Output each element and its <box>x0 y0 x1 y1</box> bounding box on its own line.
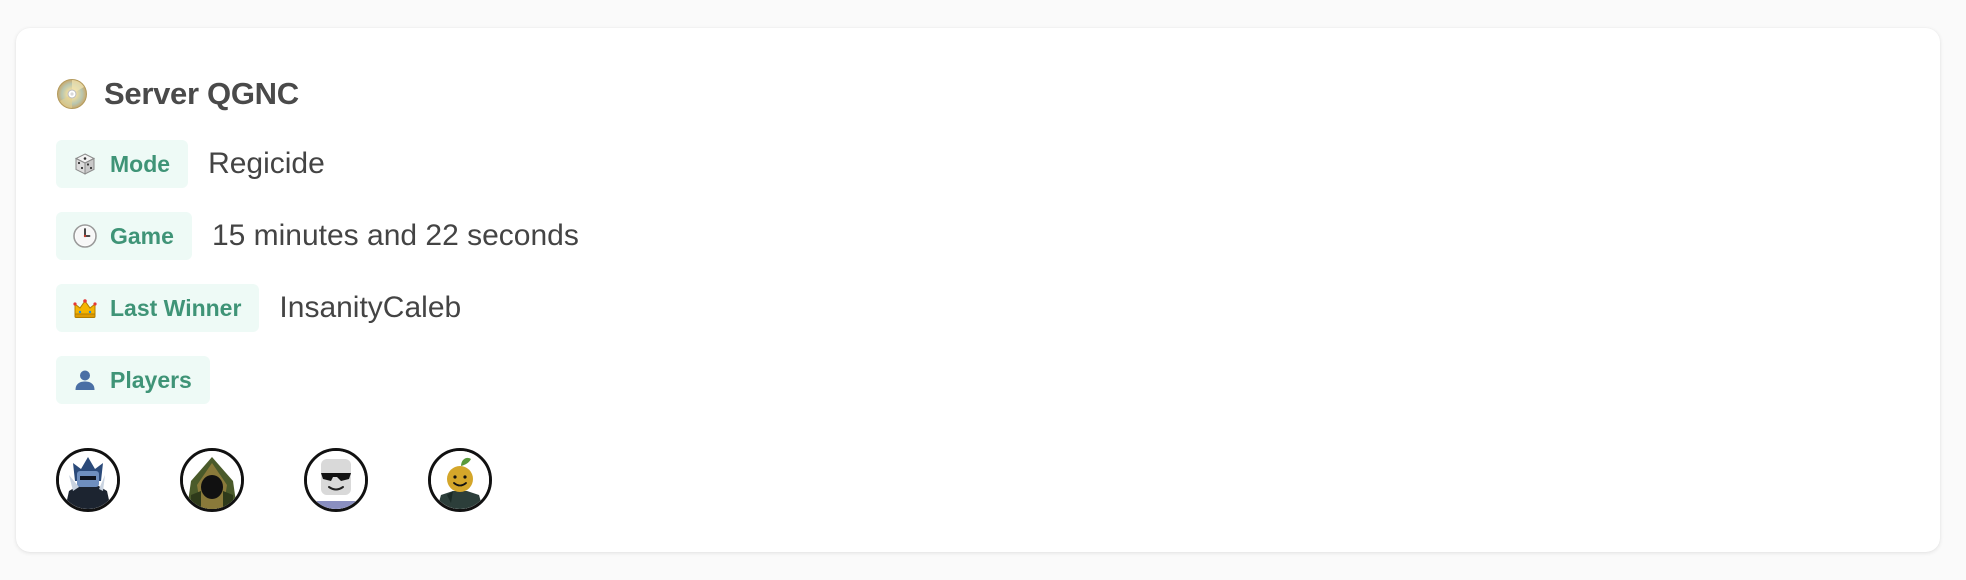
game-value: 15 minutes and 22 seconds <box>211 219 579 252</box>
die-icon <box>72 151 98 177</box>
mode-row: Mode Regicide <box>56 140 325 188</box>
clock-icon <box>72 223 98 249</box>
server-header: Server QGNC <box>56 74 299 114</box>
disc-icon <box>56 78 88 110</box>
server-card: Server QGNC Mode Regicide Game 15 minute… <box>16 28 1940 552</box>
last-winner-label: Last Winner <box>110 294 242 321</box>
game-row: Game 15 minutes and 22 seconds <box>56 212 579 260</box>
crown-icon <box>72 295 98 321</box>
server-title: Server QGNC <box>104 76 299 111</box>
player-avatar-knight[interactable] <box>56 448 120 512</box>
players-tag: Players <box>56 356 210 404</box>
last-winner-value: InsanityCaleb <box>279 291 462 324</box>
mode-label: Mode <box>110 150 171 177</box>
game-label: Game <box>110 222 174 249</box>
player-avatar-hooded[interactable] <box>180 448 244 512</box>
last-winner-row: Last Winner InsanityCaleb <box>56 284 461 332</box>
mode-tag: Mode <box>56 140 189 188</box>
player-avatar-list <box>56 448 492 512</box>
mode-value: Regicide <box>208 147 325 180</box>
game-tag: Game <box>56 212 192 260</box>
players-row: Players <box>56 356 210 404</box>
last-winner-tag: Last Winner <box>56 284 260 332</box>
player-avatar-sprout[interactable] <box>428 448 492 512</box>
players-label: Players <box>110 366 192 393</box>
person-icon <box>72 367 98 393</box>
player-avatar-sunglasses[interactable] <box>304 448 368 512</box>
